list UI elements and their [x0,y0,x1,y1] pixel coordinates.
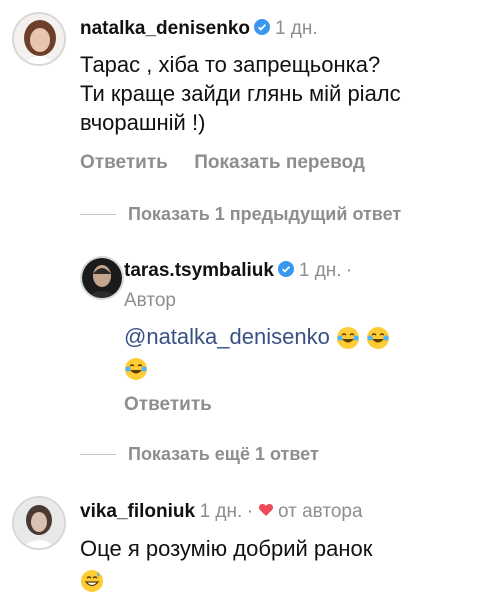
comment-header: natalka_denisenko 1 дн. [80,18,318,40]
view-previous-replies[interactable]: Показать 1 предыдущий ответ [80,204,401,225]
view-previous-replies-label: Показать 1 предыдущий ответ [128,204,402,224]
username[interactable]: vika_filoniuk [80,501,195,522]
avatar-vika-image [14,498,64,548]
heart-icon [258,502,274,523]
thread-line [80,454,116,455]
grinning-face-with-sweat-icon [80,569,104,593]
view-more-replies[interactable]: Показать ещё 1 ответ [80,444,319,465]
comment-line: Ти краще зайди глянь мій ріалс [80,81,401,106]
username[interactable]: natalka_denisenko [80,18,250,39]
face-with-tears-of-joy-icon [124,357,148,381]
timestamp: 1 дн. [274,18,318,39]
mention-link[interactable]: @natalka_denisenko [124,324,330,349]
avatar-natalka-image [14,14,64,64]
avatar-natalka[interactable] [12,12,66,66]
username[interactable]: taras.tsymbaliuk [124,260,274,281]
reply-header: taras.tsymbaliuk 1 дн. · [124,260,352,282]
liked-by-author-label: от автора [277,501,363,522]
translate-button[interactable]: Показать перевод [194,152,365,173]
avatar-taras-image [82,258,122,298]
comment-text: Оце я розумію добрий ранок [80,534,372,594]
comment-actions: Ответить Показать перевод [80,152,365,174]
timestamp: 1 дн. [199,501,243,522]
verified-badge-icon [278,261,295,282]
reply-text: @natalka_denisenko [124,322,464,382]
comment-line: вчорашній !) [80,110,206,135]
reply-button[interactable]: Ответить [124,394,212,416]
comment-line: Тарас , хіба то запрещьонка? [80,52,381,77]
comment-text: Тарас , хіба то запрещьонка? Ти краще за… [80,50,401,137]
comment-header: vika_filoniuk 1 дн. · от автора [80,501,363,523]
author-label: Автор [124,290,176,311]
comment-line: Оце я розумію добрий ранок [80,536,373,561]
separator: · [346,260,353,281]
avatar-taras[interactable] [80,256,124,300]
face-with-tears-of-joy-icon [336,326,360,350]
thread-line [80,214,116,215]
verified-badge-icon [254,19,271,40]
reply-button[interactable]: Ответить [80,152,168,173]
face-with-tears-of-joy-icon [366,326,390,350]
avatar-vika[interactable] [12,496,66,550]
view-more-replies-label: Показать ещё 1 ответ [128,444,319,464]
timestamp: 1 дн. [298,260,342,281]
separator: · [246,501,254,522]
